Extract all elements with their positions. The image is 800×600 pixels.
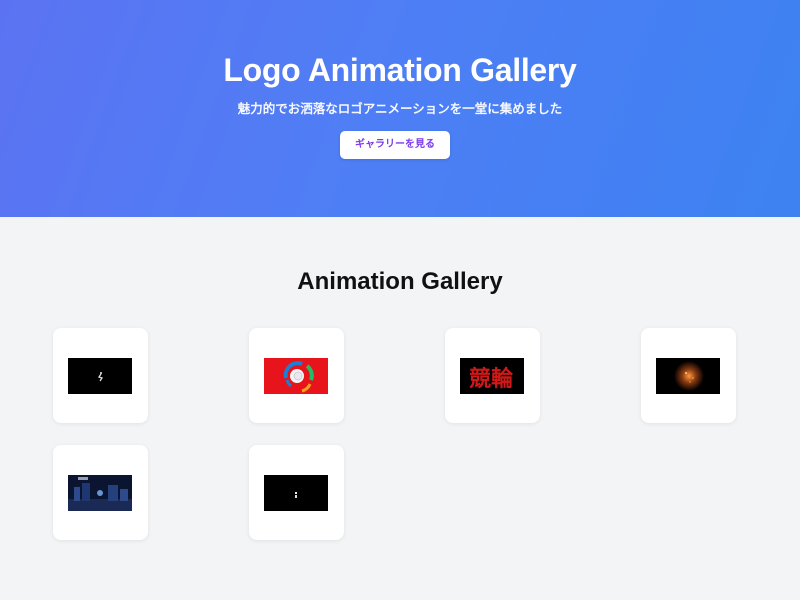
- svg-text:競輪: 競輪: [469, 366, 514, 392]
- gallery-card-1[interactable]: [53, 328, 148, 423]
- hero-title: Logo Animation Gallery: [223, 52, 577, 88]
- hero-subtitle: 魅力的でお洒落なロゴアニメーションを一堂に集めました: [237, 101, 563, 116]
- animation-thumbnail-5: [68, 475, 132, 511]
- gallery-card-6[interactable]: [249, 445, 344, 540]
- animation-thumbnail-1: [68, 358, 132, 394]
- figure-icon: [264, 475, 328, 511]
- animation-thumbnail-3: 競輪: [460, 358, 524, 394]
- kanji-logo-icon: 競輪: [460, 358, 524, 394]
- view-gallery-button[interactable]: ギャラリーを見る: [340, 131, 450, 159]
- animation-thumbnail-4: [656, 358, 720, 394]
- gallery-card-3[interactable]: 競輪: [445, 328, 540, 423]
- gallery-card-4[interactable]: [641, 328, 736, 423]
- glow-orb-icon: [656, 358, 720, 394]
- animation-thumbnail-6: [264, 475, 328, 511]
- figure-icon: [68, 358, 132, 394]
- blue-scene-icon: [68, 475, 132, 511]
- gallery-card-2[interactable]: [249, 328, 344, 423]
- gallery-card-5[interactable]: [53, 445, 148, 540]
- animation-thumbnail-2: [264, 358, 328, 394]
- swirl-logo-icon: [264, 358, 328, 394]
- hero-banner: Logo Animation Gallery 魅力的でお洒落なロゴアニメーション…: [0, 0, 800, 217]
- gallery-title: Animation Gallery: [297, 268, 503, 295]
